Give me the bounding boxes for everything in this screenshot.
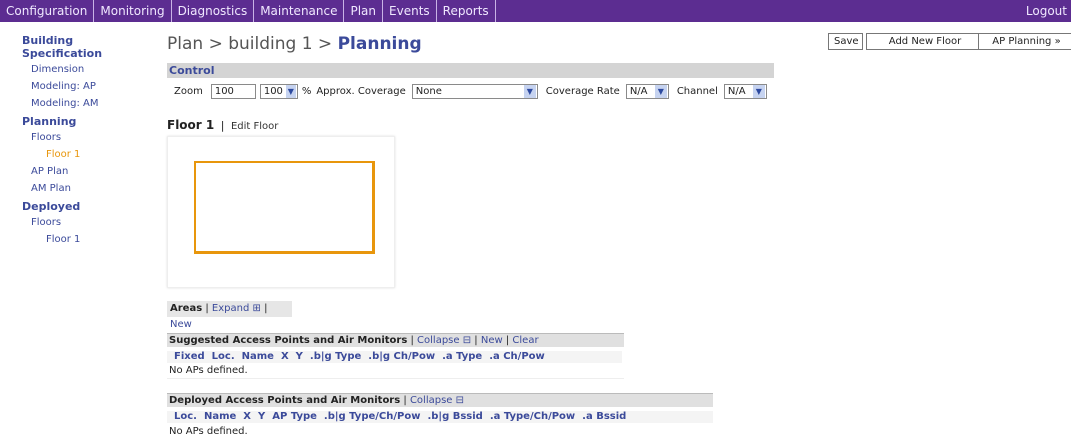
suggested-aps-title: Suggested Access Points and Air Monitors — [169, 335, 408, 346]
areas-separator: | — [264, 303, 268, 314]
floor-name: Floor 1 — [167, 118, 215, 132]
suggested-separator: | — [410, 335, 414, 346]
sidebar-item-modeling-ap[interactable]: Modeling: AP — [31, 81, 155, 92]
suggested-aps-header: Suggested Access Points and Air Monitors… — [167, 333, 624, 347]
nav-monitoring[interactable]: Monitoring — [94, 0, 172, 22]
coverage-rate-value: N/A — [629, 85, 648, 97]
column-header[interactable]: X — [236, 411, 251, 423]
sidebar-item-deployed-floors[interactable]: Floors — [31, 217, 155, 228]
column-header[interactable]: .b|g Type/Ch/Pow — [317, 411, 421, 423]
sidebar-item-modeling-am[interactable]: Modeling: AM — [31, 98, 155, 109]
nav-plan[interactable]: Plan — [344, 0, 384, 22]
column-header[interactable]: .a Type — [435, 351, 482, 363]
sidebar-item-floors[interactable]: Floors — [31, 132, 155, 143]
areas-label: Areas — [170, 303, 203, 314]
zoom-label: Zoom — [174, 85, 203, 97]
column-header[interactable]: Loc. — [167, 411, 197, 423]
nav-events[interactable]: Events — [383, 0, 437, 22]
column-header[interactable]: Name — [197, 411, 236, 423]
breadcrumb: Plan > building 1 > — [167, 34, 338, 54]
deployed-aps-title: Deployed Access Points and Air Monitors — [169, 395, 401, 406]
table-divider — [167, 378, 624, 379]
control-row: Zoom 100 100 ▼ % Approx. Coverage None ▼… — [167, 82, 767, 100]
column-header[interactable]: .a Bssid — [575, 411, 626, 423]
zoom-select[interactable]: 100 ▼ — [259, 83, 298, 99]
sidebar-item-floor-1-active[interactable]: Floor 1 — [46, 149, 155, 160]
chevron-down-icon: ▼ — [523, 84, 536, 98]
logout-link[interactable]: Logout — [1026, 0, 1067, 22]
floor-canvas[interactable] — [167, 136, 395, 288]
chevron-down-icon: ▼ — [654, 84, 667, 98]
deployed-separator: | — [403, 395, 407, 406]
top-nav: Configuration Monitoring Diagnostics Mai… — [0, 0, 1071, 22]
control-header: Control — [167, 63, 774, 78]
areas-bar: Areas | Expand ⊞ | New — [167, 301, 292, 330]
floor-outline[interactable] — [194, 161, 375, 254]
chevron-down-icon: ▼ — [752, 84, 765, 98]
sidebar-item-ap-plan[interactable]: AP Plan — [31, 166, 155, 177]
floor-header: Floor 1 | Edit Floor — [167, 118, 278, 132]
percent-label: % — [301, 85, 312, 97]
suggested-collapse-link[interactable]: Collapse ⊟ — [417, 335, 471, 346]
coverage-rate-label: Coverage Rate — [545, 85, 620, 97]
sidebar-heading-deployed[interactable]: Deployed — [22, 200, 155, 213]
sidebar-heading-building-spec[interactable]: Building Specification — [22, 34, 155, 60]
column-header[interactable]: Fixed — [167, 351, 205, 363]
channel-label: Channel — [676, 85, 718, 97]
suggested-new-link[interactable]: New — [481, 335, 503, 346]
suggested-separator: | — [505, 335, 510, 346]
channel-select-value: N/A — [727, 85, 746, 97]
areas-expand-link[interactable]: Expand ⊞ — [212, 303, 261, 314]
nav-diagnostics[interactable]: Diagnostics — [172, 0, 255, 22]
zoom-select-value: 100 — [263, 85, 283, 97]
coverage-select[interactable]: None ▼ — [411, 83, 538, 99]
areas-new-link[interactable]: New — [170, 319, 192, 330]
edit-floor-link[interactable]: Edit Floor — [231, 121, 278, 132]
column-header[interactable]: Y — [251, 411, 265, 423]
deployed-empty-message: No APs defined. — [167, 426, 713, 438]
sidebar-item-deployed-floor-1[interactable]: Floor 1 — [46, 234, 155, 245]
column-header[interactable]: Y — [289, 351, 303, 363]
column-header[interactable]: .b|g Bssid — [420, 411, 482, 423]
suggested-separator: | — [474, 335, 478, 346]
suggested-empty-message: No APs defined. — [167, 365, 624, 377]
column-header[interactable]: .a Type/Ch/Pow — [483, 411, 575, 423]
channel-select[interactable]: N/A ▼ — [723, 83, 767, 99]
sidebar: Building Specification Dimension Modelin… — [0, 30, 155, 251]
deployed-collapse-link[interactable]: Collapse ⊟ — [410, 395, 464, 406]
ap-planning-button[interactable]: AP Planning » — [978, 33, 1071, 50]
column-header[interactable]: .b|g Type — [303, 351, 361, 363]
column-header[interactable]: AP Type — [265, 411, 317, 423]
chevron-down-icon: ▼ — [285, 84, 296, 98]
add-new-floor-button[interactable]: Add New Floor — [866, 33, 984, 50]
deployed-aps-header: Deployed Access Points and Air Monitors … — [167, 393, 713, 407]
nav-reports[interactable]: Reports — [437, 0, 496, 22]
column-header[interactable]: X — [274, 351, 289, 363]
save-button[interactable]: Save — [828, 33, 863, 50]
nav-configuration[interactable]: Configuration — [0, 0, 95, 22]
deployed-aps-columns: Loc. Name X Y AP Type .b|g Type/Ch/Pow .… — [167, 411, 713, 423]
floor-separator: | — [220, 119, 225, 132]
column-header[interactable]: Name — [235, 351, 274, 363]
coverage-rate-select[interactable]: N/A ▼ — [625, 83, 669, 99]
suggested-aps-columns: Fixed Loc. Name X Y .b|g Type .b|g Ch/Po… — [167, 351, 622, 363]
column-header[interactable]: Loc. — [205, 351, 235, 363]
suggested-clear-link[interactable]: Clear — [512, 335, 538, 346]
sidebar-item-dimension[interactable]: Dimension — [31, 64, 155, 75]
sidebar-item-am-plan[interactable]: AM Plan — [31, 183, 155, 194]
coverage-select-value: None — [415, 85, 442, 97]
nav-maintenance[interactable]: Maintenance — [254, 0, 345, 22]
breadcrumb-current: Planning — [337, 34, 422, 54]
approx-coverage-label: Approx. Coverage — [316, 85, 406, 97]
column-header[interactable]: .b|g Ch/Pow — [361, 351, 435, 363]
sidebar-heading-planning[interactable]: Planning — [22, 115, 155, 128]
areas-separator: | — [205, 303, 209, 314]
column-header[interactable]: .a Ch/Pow — [482, 351, 545, 363]
zoom-input[interactable]: 100 — [210, 83, 256, 99]
page-title: Plan > building 1 > Planning — [167, 34, 422, 54]
